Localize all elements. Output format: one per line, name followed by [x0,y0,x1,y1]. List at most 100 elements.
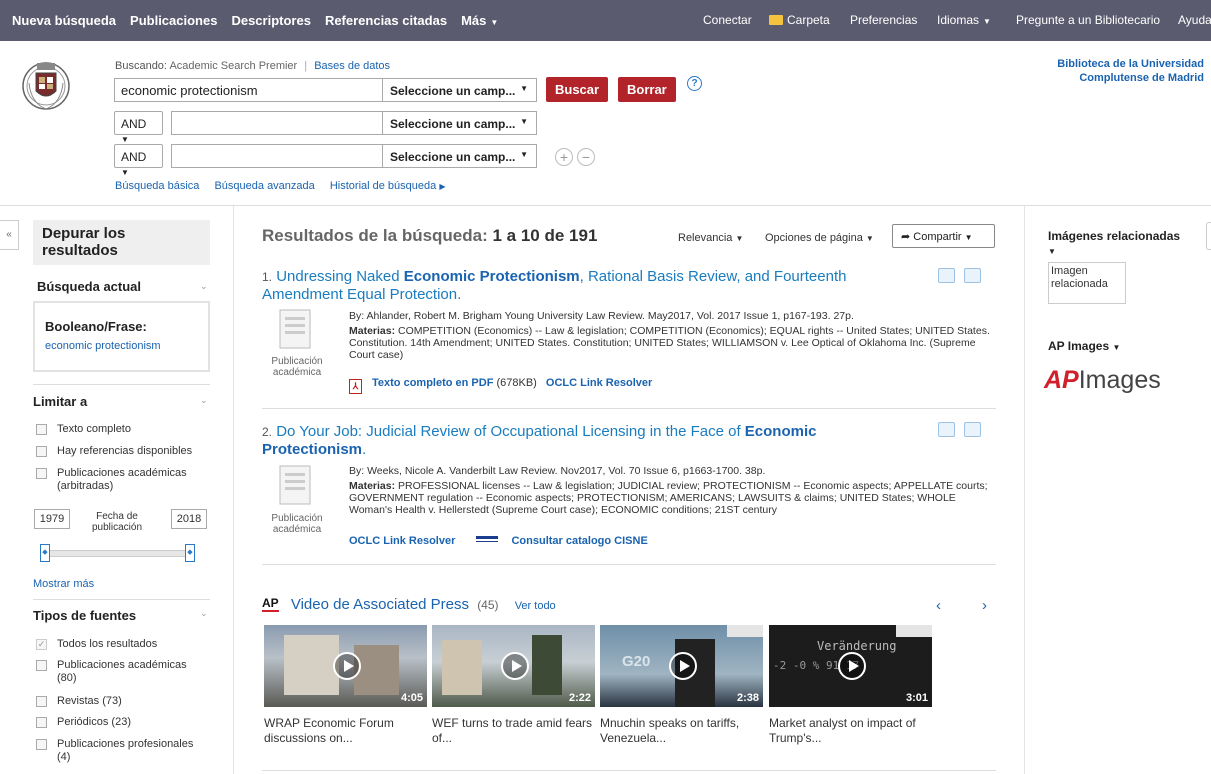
checkbox-academic[interactable] [36,660,47,671]
result-byline: By: Weeks, Nicole A. Vanderbilt Law Revi… [349,465,766,477]
field-select-2[interactable]: Seleccione un camp... ▼ [382,111,537,135]
source-types-heading[interactable]: Tipos de fuentes [33,608,136,623]
result-title-2[interactable]: 2. Do Your Job: Judicial Review of Occup… [262,423,922,459]
video-caption[interactable]: Mnuchin speaks on tariffs, Venezuela... [600,716,765,746]
date-to-input[interactable]: 2018 [171,509,207,529]
nav-ask-librarian[interactable]: Pregunte a un Bibliotecario [1016,13,1160,27]
search-input-2[interactable] [171,111,383,135]
video-caption[interactable]: Market analyst on impact of Trump's... [769,716,934,746]
library-name[interactable]: Biblioteca de la Universidad Complutense… [1057,57,1204,85]
document-icon [279,309,311,349]
nav-folder[interactable]: Carpeta [769,13,830,27]
current-search-heading[interactable]: Búsqueda actual [37,279,141,294]
nav-new-search[interactable]: Nueva búsqueda [12,13,116,28]
nav-more[interactable]: Más ▼ [461,13,498,28]
oclc-link[interactable]: OCLC Link Resolver [546,377,652,389]
nav-cited-references[interactable]: Referencias citadas [325,13,447,28]
header-divider [0,205,1211,206]
sort-dropdown[interactable]: Relevancia ▼ [678,232,743,244]
add-to-folder-icon[interactable] [964,422,981,437]
page-options-dropdown[interactable]: Opciones de página ▼ [765,232,874,244]
play-icon[interactable] [669,652,697,680]
search-button[interactable]: Buscar [546,77,609,102]
pdf-full-text-link[interactable]: Texto completo en PDF [372,377,493,389]
results-heading: Resultados de la búsqueda: 1 a 10 de 191 [262,226,598,245]
carousel-next-icon[interactable]: › [982,597,987,614]
checkbox-label: Hay referencias disponibles [57,445,193,457]
field-select-3[interactable]: Seleccione un camp... ▼ [382,144,537,168]
chevron-down-icon[interactable]: ⌄ [200,281,208,292]
nav-languages[interactable]: Idiomas ▼ [937,13,991,27]
boolean-operator-2[interactable]: AND ▼ [114,111,163,144]
result-links: OCLC Link Resolver Consultar catalogo CI… [349,535,648,547]
checkbox-all-results[interactable]: ✓ [36,639,47,650]
checkbox-newspapers[interactable] [36,717,47,728]
result-title-1[interactable]: 1. Undressing Naked Economic Protectioni… [262,268,922,304]
nav-help[interactable]: Ayuda [1178,13,1211,27]
checkbox-references[interactable] [36,446,47,457]
show-more-link[interactable]: Mostrar más [33,578,94,590]
chevron-down-icon: ▼ [520,117,528,126]
video-caption[interactable]: WRAP Economic Forum discussions on... [264,716,429,746]
nav-preferences[interactable]: Preferencias [850,13,917,27]
divider [262,564,996,565]
date-slider-track[interactable] [42,550,192,557]
column-divider [1024,206,1025,774]
checkbox-magazines[interactable] [36,696,47,707]
search-history-link[interactable]: Historial de búsqueda ▶ [330,180,446,192]
chevron-down-icon[interactable]: ⌄ [200,608,208,619]
current-query-link[interactable]: economic protectionism [45,340,198,352]
chevron-down-icon: ▼ [520,150,528,159]
nav-publications[interactable]: Publicaciones [130,13,217,28]
cisne-catalog-link[interactable]: Consultar catalogo CISNE [511,535,647,547]
video-thumbnail-1[interactable]: 4:05 [264,625,427,707]
play-icon[interactable] [501,652,529,680]
date-label: Fecha de publicación [91,511,143,533]
boolean-operator-3[interactable]: AND ▼ [114,144,163,177]
ap-images-logo[interactable]: APImages [1044,366,1161,395]
date-from-input[interactable]: 1979 [34,509,70,529]
search-input-3[interactable] [171,144,383,168]
nav-login[interactable]: Conectar [703,13,752,27]
preview-icon[interactable] [938,268,955,283]
add-row-icon[interactable]: + [555,148,573,166]
related-image[interactable]: Imagen relacionada [1048,262,1126,304]
video-thumbnail-2[interactable]: 2:22 [432,625,595,707]
collapse-sidebar-icon[interactable]: « [0,220,19,250]
catalog-icon [476,536,499,542]
pdf-icon: ⅄ [349,379,362,394]
video-caption[interactable]: WEF turns to trade amid fears of... [432,716,597,746]
slider-handle-from[interactable]: ◆ [40,544,50,562]
play-icon[interactable] [838,652,866,680]
preview-icon[interactable] [938,422,955,437]
sidebar-title: Depurar los resultados [33,220,210,265]
chevron-down-icon[interactable]: ⌄ [200,395,208,406]
remove-row-icon[interactable]: − [577,148,595,166]
field-select-1[interactable]: Seleccione un camp... ▼ [382,78,537,102]
oclc-link[interactable]: OCLC Link Resolver [349,535,455,547]
advanced-search-link[interactable]: Búsqueda avanzada [214,180,314,192]
checkbox-peer-reviewed[interactable] [36,468,47,479]
related-images-heading[interactable]: Imágenes relacionadas ▼ [1048,229,1180,257]
video-thumbnail-3[interactable]: G20 2:38 [600,625,763,707]
play-icon[interactable] [333,652,361,680]
panel-toggle[interactable] [1206,222,1211,250]
help-icon[interactable]: ? [687,76,702,91]
basic-search-link[interactable]: Búsqueda básica [115,180,199,192]
search-input-1[interactable]: economic protectionism [114,78,383,102]
checkbox-trade[interactable] [36,739,47,750]
databases-link[interactable]: Bases de datos [314,60,390,72]
checkbox-full-text[interactable] [36,424,47,435]
clear-button[interactable]: Borrar [618,77,676,102]
ap-video-title-link[interactable]: Video de Associated Press [291,596,469,613]
add-to-folder-icon[interactable] [964,268,981,283]
ap-images-heading[interactable]: AP Images ▼ [1048,339,1120,353]
slider-handle-to[interactable]: ◆ [185,544,195,562]
see-all-link[interactable]: Ver todo [515,600,556,612]
video-thumbnail-4[interactable]: Veränderung -2 -0 % 91 17 3:01 [769,625,932,707]
database-name: Academic Search Premier [169,60,298,72]
nav-descriptors[interactable]: Descriptores [231,13,310,28]
carousel-prev-icon[interactable]: ‹ [936,597,941,614]
limit-to-heading[interactable]: Limitar a [33,394,87,409]
share-button[interactable]: ➦ Compartir ▼ [892,224,995,248]
